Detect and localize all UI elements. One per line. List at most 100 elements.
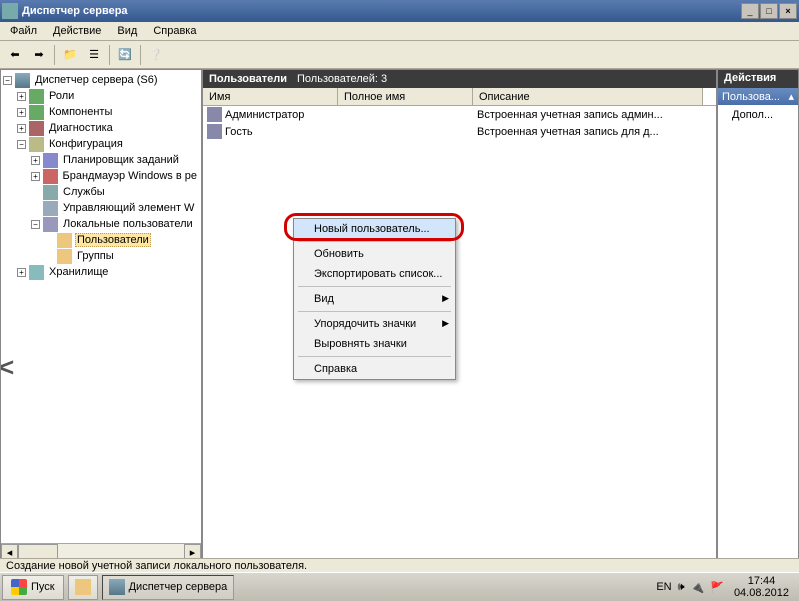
start-label: Пуск <box>31 581 55 593</box>
list-header-title: Пользователи <box>209 73 287 85</box>
tree-label: Хранилище <box>47 266 110 278</box>
actions-pane: Действия Пользова...▴ Допол... <box>717 69 799 561</box>
help-icon: ❔ <box>149 48 163 61</box>
list-item[interactable]: Гость Встроенная учетная запись для д... <box>203 123 716 140</box>
list-body[interactable]: Администратор Встроенная учетная запись … <box>203 106 716 560</box>
tree-label: Диагностика <box>47 122 115 134</box>
context-refresh[interactable]: Обновить <box>294 244 455 264</box>
column-name[interactable]: Имя <box>203 88 338 105</box>
tree-users[interactable]: Пользователи <box>3 232 199 248</box>
clock-time: 17:44 <box>734 575 789 587</box>
menu-action[interactable]: Действие <box>45 23 109 39</box>
folder-icon <box>57 233 72 248</box>
tree-diagnostics[interactable]: + Диагностика <box>3 120 199 136</box>
arrow-right-icon: ➡ <box>34 48 43 61</box>
cell-name: Гость <box>225 126 253 138</box>
server-icon <box>15 73 30 88</box>
up-button[interactable]: 📁 <box>59 44 81 66</box>
help-button[interactable]: ❔ <box>145 44 167 66</box>
minimize-button[interactable]: _ <box>741 3 759 19</box>
server-manager-icon <box>109 579 125 595</box>
tree-taskscheduler[interactable]: + Планировщик заданий <box>3 152 199 168</box>
forward-button[interactable]: ➡ <box>28 44 50 66</box>
context-new-user[interactable]: Новый пользователь... <box>294 219 455 239</box>
cell-name: Администратор <box>225 109 304 121</box>
tree-services[interactable]: Службы <box>3 184 199 200</box>
tree-wmi[interactable]: Управляющий элемент W <box>3 200 199 216</box>
system-tray: EN 🕪 🔌 🚩 17:44 04.08.2012 <box>650 575 799 599</box>
context-arrange[interactable]: Упорядочить значки ▶ <box>294 314 455 334</box>
list-header-count: Пользователей: 3 <box>297 73 387 85</box>
folder-icon: 📁 <box>63 48 77 61</box>
column-fullname[interactable]: Полное имя <box>338 88 473 105</box>
close-button[interactable]: × <box>779 3 797 19</box>
explorer-icon <box>75 579 91 595</box>
tree-components[interactable]: +Компоненты <box>3 104 199 120</box>
taskbar-pinned-explorer[interactable] <box>68 575 98 600</box>
menu-help[interactable]: Справка <box>145 23 204 39</box>
configuration-icon <box>29 137 44 152</box>
chevron-right-icon: ▶ <box>442 318 449 329</box>
expander-icon[interactable]: + <box>17 92 26 101</box>
context-view[interactable]: Вид▶ <box>294 289 455 309</box>
actions-header: Действия <box>718 70 798 88</box>
context-help[interactable]: Справка <box>294 359 455 379</box>
storage-icon <box>29 265 44 280</box>
tree-localusers[interactable]: − Локальные пользователи <box>3 216 199 232</box>
tray-icon[interactable]: 🕪 <box>678 581 685 594</box>
tree-label: Планировщик заданий <box>61 154 181 166</box>
tree-root[interactable]: − Диспетчер сервера (S6) <box>3 72 199 88</box>
actions-section-label: Пользова... <box>722 91 780 103</box>
menu-view[interactable]: Вид <box>109 23 145 39</box>
context-export[interactable]: Экспортировать список... <box>294 264 455 284</box>
refresh-icon: 🔄 <box>118 48 132 61</box>
menu-file[interactable]: Файл <box>2 23 45 39</box>
start-button[interactable]: Пуск <box>2 575 64 600</box>
tray-icon[interactable]: 🔌 <box>691 581 705 594</box>
expander-icon[interactable]: + <box>17 124 26 133</box>
tree-label: Локальные пользователи <box>61 218 195 230</box>
expander-icon[interactable]: + <box>31 156 40 165</box>
tree-roles[interactable]: +Роли <box>3 88 199 104</box>
toolbar-separator <box>109 45 110 65</box>
tree-label: Брандмауэр Windows в ре <box>61 170 199 182</box>
list-button[interactable]: ☰ <box>83 44 105 66</box>
context-item-label: Упорядочить значки <box>314 318 416 330</box>
expander-icon[interactable]: − <box>3 76 12 85</box>
arrow-left-icon: ⬅ <box>10 48 19 61</box>
expander-icon[interactable]: + <box>17 268 26 277</box>
list-item[interactable]: Администратор Встроенная учетная запись … <box>203 106 716 123</box>
column-description[interactable]: Описание <box>473 88 703 105</box>
menu-bar: Файл Действие Вид Справка <box>0 22 799 41</box>
toolbar-separator <box>54 45 55 65</box>
refresh-button[interactable]: 🔄 <box>114 44 136 66</box>
expander-icon[interactable]: − <box>17 140 26 149</box>
tree-label: Группы <box>75 250 116 262</box>
maximize-button[interactable]: □ <box>760 3 778 19</box>
taskbar-app[interactable]: Диспетчер сервера <box>102 575 235 600</box>
tree-label: Конфигурация <box>47 138 125 150</box>
chevron-right-icon: ▶ <box>442 293 449 304</box>
tree-storage[interactable]: + Хранилище <box>3 264 199 280</box>
components-icon <box>29 105 44 120</box>
list-pane: Пользователи Пользователей: 3 Имя Полное… <box>202 69 717 561</box>
taskbar: Пуск Диспетчер сервера EN 🕪 🔌 🚩 17:44 04… <box>0 572 799 601</box>
toolbar-separator <box>140 45 141 65</box>
lang-indicator[interactable]: EN <box>656 581 671 593</box>
tree-label: Управляющий элемент W <box>61 202 196 214</box>
actions-section[interactable]: Пользова...▴ <box>718 88 798 105</box>
tree-firewall[interactable]: + Брандмауэр Windows в ре <box>3 168 199 184</box>
tree-groups[interactable]: Группы <box>3 248 199 264</box>
context-align[interactable]: Выровнять значки <box>294 334 455 354</box>
clock[interactable]: 17:44 04.08.2012 <box>730 575 793 599</box>
expander-icon[interactable]: − <box>31 220 40 229</box>
tray-icon[interactable]: 🚩 <box>710 581 724 594</box>
expander-icon[interactable]: + <box>31 172 40 181</box>
cell-description: Встроенная учетная запись админ... <box>477 109 663 121</box>
context-menu: Новый пользователь... Обновить Экспортир… <box>293 218 456 380</box>
tree-label: Диспетчер сервера (S6) <box>33 74 160 86</box>
expander-icon[interactable]: + <box>17 108 26 117</box>
back-button[interactable]: ⬅ <box>4 44 26 66</box>
tree-configuration[interactable]: − Конфигурация <box>3 136 199 152</box>
actions-more[interactable]: Допол... <box>718 105 798 125</box>
